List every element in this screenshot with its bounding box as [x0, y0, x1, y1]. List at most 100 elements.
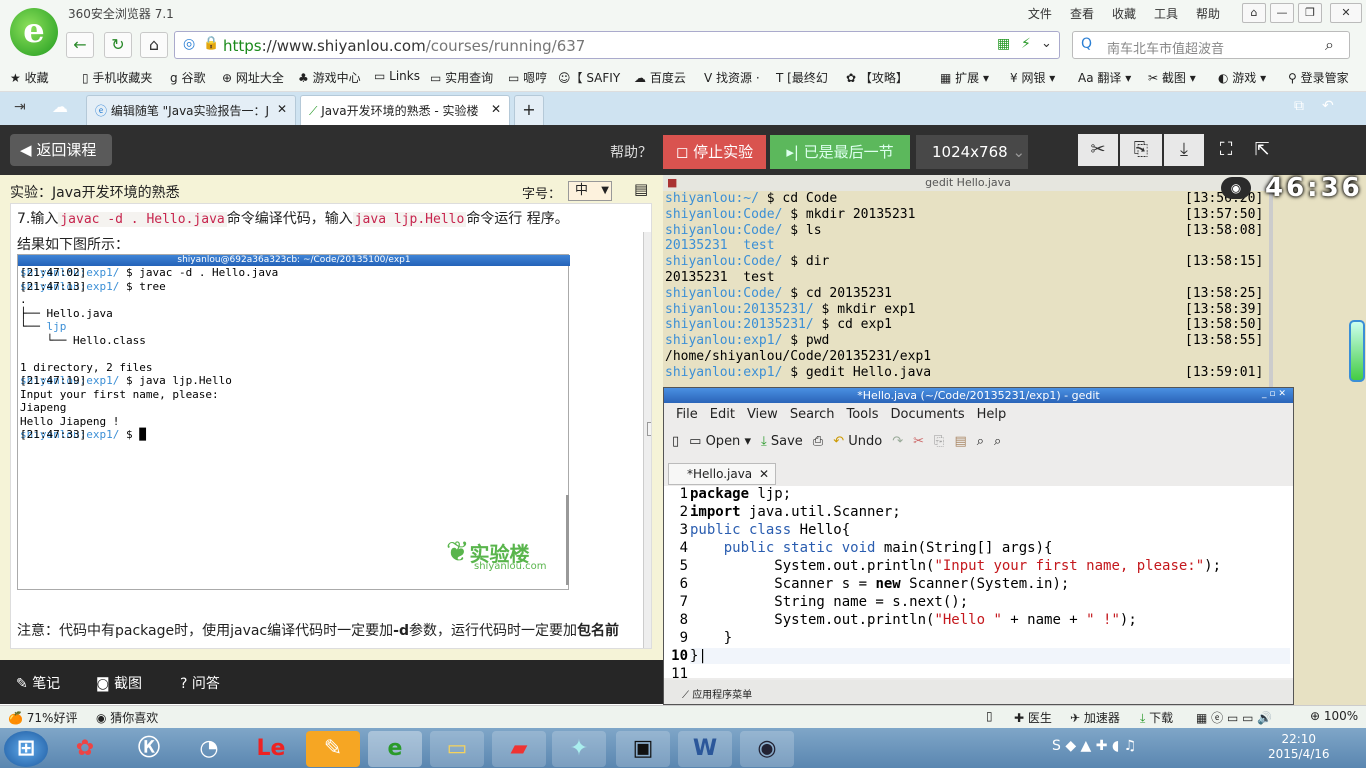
app-icon-word[interactable]: W — [678, 731, 732, 767]
bookmark-safiy[interactable]: ☺【 SAFIY — [558, 69, 620, 86]
close-icon[interactable]: ✕ — [759, 464, 769, 484]
bookmark-favorites[interactable]: ★ 收藏 — [10, 69, 49, 86]
code-editor[interactable]: 1 package ljp; 2 import java.util.Scanner;… — [664, 486, 1293, 682]
notes-button[interactable]: ✎ 笔记 — [16, 673, 60, 693]
vm-terminal[interactable]: shiyanlou:~/ $ cd Code [13:56:20] shiyanlo… — [663, 191, 1273, 387]
restore-button[interactable]: ❐ — [1298, 3, 1322, 23]
bookmark-urls[interactable]: ⊕ 网址大全 — [222, 69, 284, 86]
screenshot-button[interactable]: ◙ 截图 — [96, 673, 142, 693]
resolution-select[interactable]: 1024x768 ⌄ — [916, 135, 1028, 169]
undo-close-icon[interactable]: ↶ — [1322, 98, 1334, 114]
menu-view[interactable]: View — [747, 407, 778, 422]
statusbar-icons[interactable]: ▦ ⓔ ▭ ▭ 🔊 — [1196, 709, 1272, 726]
speed-icon[interactable]: ⚡ — [1021, 36, 1031, 52]
bookmark-guide[interactable]: ✿ 【攻略】 — [846, 69, 908, 86]
bookmark-screenshot[interactable]: ✂ 截图 ▾ — [1148, 69, 1196, 86]
bookmark-game[interactable]: ◐ 游戏 ▾ — [1218, 69, 1266, 86]
clipboard-icon[interactable]: ⎘ — [1120, 134, 1162, 166]
guess-you-like[interactable]: ◉ 猜你喜欢 — [96, 709, 158, 726]
bookmark-extend[interactable]: ▦ 扩展 ▾ — [940, 69, 989, 86]
menu-edit[interactable]: Edit — [710, 407, 735, 422]
app-icon-folder[interactable]: ▭ — [430, 731, 484, 767]
replace-icon[interactable]: ⌕ — [994, 434, 1001, 449]
fullscreen-icon[interactable]: ⛶ — [1208, 134, 1244, 166]
bookmark-login[interactable]: ⚲ 登录管家 — [1288, 69, 1349, 86]
bookmark-baidu[interactable]: ☁ 百度云 — [634, 69, 686, 86]
bookmark-final[interactable]: T [最终幻 — [776, 69, 828, 86]
tab-hello-java[interactable]: *Hello.java ✕ — [668, 463, 776, 485]
last-section-button[interactable]: ▸| 已是最后一节 — [770, 135, 910, 169]
bookmark-enheng[interactable]: ▭ 嗯哼 — [508, 69, 547, 86]
skin-icon[interactable]: ⌂ — [1242, 3, 1266, 23]
help-link[interactable]: 帮助？ — [610, 142, 652, 162]
document-icon[interactable]: ▤ — [634, 180, 648, 198]
bookmark-query[interactable]: ▭ 实用查询 — [430, 69, 493, 86]
menu-view[interactable]: 查看 — [1070, 5, 1094, 22]
doctor-button[interactable]: ✚ 医生 — [1014, 709, 1052, 726]
app-icon-chat[interactable]: ◔ — [182, 731, 236, 767]
app-icon-edit[interactable]: ✎ — [306, 731, 360, 767]
copy-icon[interactable]: ⎘ — [934, 434, 944, 449]
close-icon[interactable]: ✕ — [491, 102, 501, 116]
cut-icon[interactable]: ✂ — [913, 434, 924, 449]
accelerator-button[interactable]: ✈ 加速器 — [1070, 709, 1120, 726]
save-button[interactable]: ⤓ Save — [761, 434, 803, 449]
undo-button[interactable]: ↶ Undo — [833, 434, 882, 449]
bookmark-translate[interactable]: Aa 翻译 ▾ — [1078, 69, 1131, 86]
menu-help[interactable]: 帮助 — [1196, 5, 1220, 22]
scissors-icon[interactable]: ✂ — [1078, 134, 1118, 166]
open-button[interactable]: ▭ Open ▾ — [689, 434, 751, 449]
address-bar[interactable]: ◎ 🔒 https://www.shiyanlou.com/courses/ru… — [174, 31, 1060, 59]
redo-icon[interactable]: ↷ — [892, 434, 903, 449]
url-text[interactable]: https://www.shiyanlou.com/courses/runnin… — [223, 37, 585, 55]
tab-shiyanlou[interactable]: ⟋ Java开发环境的熟悉 - 实验楼 ✕ — [300, 95, 510, 125]
eye-icon[interactable]: ◉ — [1221, 177, 1251, 199]
app-icon-anime[interactable]: ✦ — [552, 731, 606, 767]
start-button[interactable]: ⊞ — [4, 731, 48, 767]
content-scrollbar[interactable] — [643, 232, 651, 648]
tab-blog[interactable]: ⓔ 编辑随笔 "Java实验报告一：J ✕ — [86, 95, 296, 125]
qa-button[interactable]: ? 问答 — [180, 673, 220, 693]
paste-icon[interactable]: ▤ — [954, 434, 966, 449]
search-box[interactable]: Q 南车北车市值超波音 ⌕ — [1072, 31, 1350, 59]
download-icon[interactable]: ⤓ — [1164, 134, 1204, 166]
bookmark-links[interactable]: ▭ Links — [374, 69, 420, 83]
minimize-button[interactable]: — — [1270, 3, 1294, 23]
search-icon[interactable]: ⌕ — [1325, 35, 1334, 55]
app-icon-flashcard[interactable]: ▰ — [492, 731, 546, 767]
download-button[interactable]: ⤓ 下载 — [1140, 709, 1173, 726]
close-icon[interactable]: ✕ — [277, 102, 287, 116]
menu-help[interactable]: Help — [977, 407, 1007, 422]
app-icon-le[interactable]: Le — [244, 731, 298, 767]
popout-icon[interactable]: ⇱ — [1244, 134, 1280, 166]
find-icon[interactable]: ⌕ — [977, 434, 984, 449]
cloud-icon[interactable]: ☁ — [52, 97, 68, 116]
bookmark-google[interactable]: g 谷歌 — [170, 69, 205, 86]
new-file-icon[interactable]: ▯ — [672, 434, 679, 449]
close-button[interactable]: ✕ — [1330, 3, 1362, 23]
menu-tools[interactable]: 工具 — [1154, 5, 1178, 22]
tab-list-icon[interactable]: ⧉ — [1294, 98, 1304, 114]
app-icon-k[interactable]: Ⓚ — [122, 731, 176, 767]
bookmark-mobile[interactable]: ▯ 手机收藏夹 — [82, 69, 152, 86]
app-icon-1[interactable]: ✿ — [58, 731, 112, 767]
menu-search[interactable]: Search — [790, 407, 835, 422]
stop-experiment-button[interactable]: ◻ 停止实验 — [663, 135, 766, 169]
menu-tools[interactable]: Tools — [846, 407, 878, 422]
bookmark-resources[interactable]: V 找资源 · — [704, 69, 760, 86]
new-tab-button[interactable]: + — [514, 95, 544, 125]
print-icon[interactable]: ⎙ — [813, 434, 823, 449]
back-icon[interactable]: ← — [66, 32, 94, 58]
home-icon[interactable]: ⌂ — [140, 32, 168, 58]
search-engine-icon[interactable]: Q — [1081, 36, 1092, 52]
app-icon-cmd[interactable]: ▣ — [616, 731, 670, 767]
tray-icons[interactable]: S ◆ ▲ ✚ ◖ ♫ — [1052, 738, 1136, 754]
bookmark-bank[interactable]: ¥ 网银 ▾ — [1010, 69, 1055, 86]
app-icon-eclipse[interactable]: ◉ — [740, 731, 794, 767]
menu-documents[interactable]: Documents — [891, 407, 965, 422]
font-size-select[interactable]: 中 ▼ — [568, 181, 612, 201]
refresh-icon[interactable]: ↻ — [104, 32, 132, 58]
zoom-level[interactable]: ⊕ 100% — [1310, 709, 1358, 723]
bookmark-games[interactable]: ♣ 游戏中心 — [298, 69, 361, 86]
system-clock[interactable]: 22:10 2015/4/16 — [1268, 732, 1330, 762]
